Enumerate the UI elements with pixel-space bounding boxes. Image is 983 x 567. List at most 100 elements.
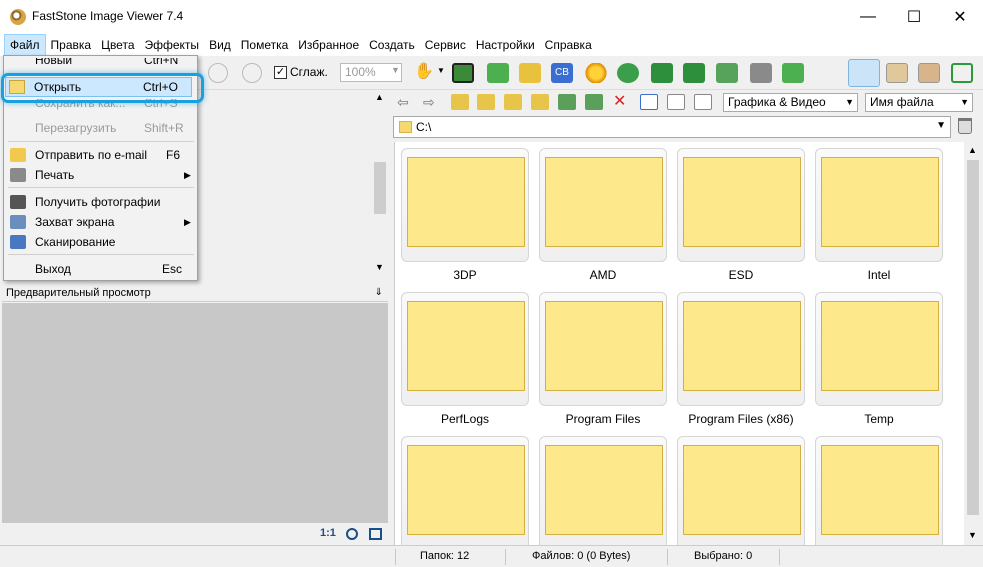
menu-view[interactable]: Вид — [204, 34, 236, 56]
folder-thumbnail — [821, 157, 939, 247]
preview-area — [2, 303, 388, 523]
flip-icon[interactable] — [716, 63, 738, 83]
folder-refresh-icon[interactable] — [477, 94, 495, 110]
maximize-button[interactable]: ☐ — [891, 0, 937, 34]
chevron-down-icon[interactable]: ▼ — [936, 120, 946, 131]
envelope-icon — [10, 148, 26, 162]
smooth-checkbox[interactable]: ✓ — [274, 66, 287, 79]
folder-label[interactable]: Intel — [815, 268, 943, 282]
menu-item-reload[interactable]: Перезагрузить Shift+R — [4, 118, 197, 138]
folder-tile[interactable] — [539, 436, 667, 545]
actual-size-button[interactable]: 1:1 — [320, 527, 336, 539]
folder-tile[interactable] — [539, 148, 667, 262]
menu-item-new[interactable]: Новый Ctrl+N — [4, 58, 197, 70]
status-folders: Папок: 12 — [420, 550, 470, 562]
folder-label[interactable]: AMD — [539, 268, 667, 282]
folder-label[interactable]: ESD — [677, 268, 805, 282]
menu-item-scan[interactable]: Сканирование — [4, 232, 197, 252]
folder-label[interactable]: Program Files (x86) — [677, 412, 805, 426]
crop-icon[interactable] — [519, 63, 541, 83]
folder-thumbnail — [407, 301, 525, 391]
path-input[interactable]: C:\ ▼ — [393, 116, 951, 138]
menu-item-screen-capture[interactable]: Захват экрана ▶ — [4, 212, 197, 232]
layout-browser-icon[interactable] — [848, 59, 880, 87]
folder-up-icon[interactable] — [451, 94, 469, 110]
folder-label[interactable]: 3DP — [401, 268, 529, 282]
menu-item-acquire[interactable]: Получить фотографии — [4, 192, 197, 212]
person-icon[interactable] — [617, 63, 639, 83]
folder-tile[interactable] — [401, 292, 529, 406]
fullscreen-icon[interactable] — [951, 63, 973, 83]
menu-effects[interactable]: Эффекты — [140, 34, 205, 56]
folder-tile[interactable] — [815, 292, 943, 406]
rotate-left-icon[interactable] — [651, 63, 673, 83]
folder-tile[interactable] — [677, 436, 805, 545]
folder-label[interactable]: PerfLogs — [401, 412, 529, 426]
slideshow-icon[interactable] — [452, 63, 474, 83]
fit-window-icon[interactable] — [369, 528, 382, 540]
menu-item-exit[interactable]: Выход Esc — [4, 259, 197, 279]
menu-favorites[interactable]: Избранное — [293, 34, 364, 56]
tree-scroll-thumb[interactable] — [374, 162, 386, 214]
delete-icon[interactable]: ✕ — [613, 94, 631, 110]
folder-thumbnail — [545, 445, 663, 535]
fit-icon[interactable] — [346, 528, 358, 540]
collapse-icon[interactable]: ⇓ — [375, 284, 383, 302]
hand-tool-icon[interactable]: ✋ — [414, 61, 436, 81]
chevron-down-icon[interactable]: ▼ — [391, 65, 400, 75]
folder-tile[interactable] — [677, 292, 805, 406]
sort-select[interactable]: Имя файла ▼ — [865, 93, 973, 112]
folder-new-icon[interactable] — [531, 94, 549, 110]
menu-settings[interactable]: Настройки — [471, 34, 540, 56]
checklist-icon[interactable] — [782, 63, 804, 83]
color-balance-icon[interactable]: CB — [551, 63, 573, 83]
menu-tag[interactable]: Пометка — [236, 34, 294, 56]
chevron-down-icon[interactable]: ▼ — [437, 66, 445, 75]
folder-thumbnail — [407, 157, 525, 247]
tree-scrollbar[interactable]: ▲ ▼ — [372, 90, 388, 278]
folder-thumbnail — [407, 445, 525, 535]
layout-preview-icon[interactable] — [886, 63, 908, 83]
folder-tile[interactable] — [401, 148, 529, 262]
folder-icon — [399, 121, 412, 133]
file-filter-select[interactable]: Графика & Видео ▼ — [723, 93, 858, 112]
menu-colors[interactable]: Цвета — [96, 34, 139, 56]
sun-icon[interactable] — [585, 63, 607, 83]
folder-label[interactable]: Temp — [815, 412, 943, 426]
menu-edit[interactable]: Правка — [46, 34, 97, 56]
close-button[interactable]: ✕ — [937, 0, 983, 34]
move-to-icon[interactable] — [585, 94, 603, 110]
menu-item-print[interactable]: Печать ▶ — [4, 165, 197, 185]
menu-create[interactable]: Создать — [364, 34, 420, 56]
menu-tools[interactable]: Сервис — [420, 34, 471, 56]
folder-tile[interactable] — [401, 436, 529, 545]
smooth-label: Сглаж. — [290, 65, 328, 79]
details-view-icon[interactable] — [694, 94, 712, 110]
grid-scrollbar[interactable]: ▲ ▼ — [964, 142, 982, 545]
zoom-in-icon[interactable] — [242, 63, 262, 83]
grid-scroll-thumb[interactable] — [967, 160, 979, 515]
folder-tile[interactable] — [677, 148, 805, 262]
folder-favorite-icon[interactable] — [504, 94, 522, 110]
printer-icon — [10, 168, 26, 182]
copy-to-icon[interactable] — [558, 94, 576, 110]
folder-tile[interactable] — [815, 436, 943, 545]
list-view-icon[interactable] — [667, 94, 685, 110]
thumbnails-view-icon[interactable] — [640, 94, 658, 110]
print-icon[interactable] — [750, 63, 772, 83]
forward-arrow-icon[interactable]: ⇨ — [423, 94, 441, 110]
menu-item-email[interactable]: Отправить по e-mail F6 — [4, 145, 197, 165]
export-icon[interactable] — [487, 63, 509, 83]
menu-help[interactable]: Справка — [540, 34, 597, 56]
menu-file[interactable]: Файл — [4, 34, 46, 56]
back-arrow-icon[interactable]: ⇦ — [397, 94, 415, 110]
folder-label[interactable]: Program Files — [539, 412, 667, 426]
layout-full-icon[interactable] — [918, 63, 940, 83]
zoom-out-icon[interactable] — [208, 63, 228, 83]
minimize-button[interactable]: — — [845, 0, 891, 34]
trash-icon[interactable] — [958, 118, 972, 134]
rotate-right-icon[interactable] — [683, 63, 705, 83]
folder-tile[interactable] — [539, 292, 667, 406]
folder-thumbnail — [545, 301, 663, 391]
folder-tile[interactable] — [815, 148, 943, 262]
